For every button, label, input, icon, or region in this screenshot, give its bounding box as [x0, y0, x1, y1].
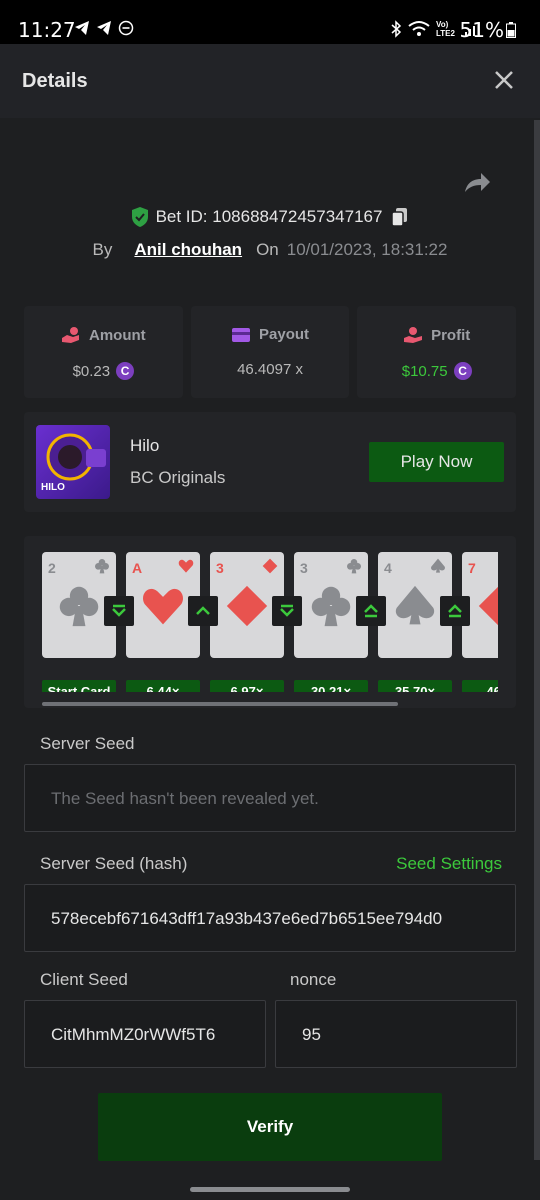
thumbnail-text: HILO — [41, 482, 65, 493]
bet-id: Bet ID: 108688472457347167 — [155, 207, 383, 226]
hearts-icon — [143, 588, 183, 625]
profit-stat: Profit $10.75 C — [357, 306, 517, 398]
multiplier-badge: 6.44× — [126, 680, 200, 692]
server-seed-placeholder: The Seed hasn't been revealed yet. — [51, 789, 319, 808]
bet-id-row: Bet ID: 108688472457347167 — [0, 206, 540, 228]
server-seed-hash-label: Server Seed (hash) — [40, 854, 188, 873]
client-seed-label: Client Seed — [40, 970, 128, 989]
profit-value: $10.75 — [401, 362, 448, 380]
nonce-label: nonce — [290, 970, 337, 989]
profit-hand-icon — [404, 327, 423, 343]
payout-value: 46.4097 x — [237, 361, 303, 378]
by-label: By — [92, 240, 113, 259]
clubs-icon — [95, 559, 109, 574]
do-not-disturb-icon — [118, 20, 134, 36]
page-title: Details — [22, 70, 88, 92]
card-rank: 3 — [300, 560, 308, 576]
clubs-icon — [311, 586, 351, 627]
nonce-field[interactable]: 95 — [275, 1000, 517, 1068]
up-equal-arrow-icon — [356, 596, 386, 626]
notification-icons — [74, 20, 134, 36]
amount-value-row: $0.23 C — [24, 362, 183, 380]
card-strip[interactable]: 2 Start Card A 6.44× 3 6.97× 3 30.21× 4 35.70× 7 46… — [42, 552, 498, 692]
server-seed-label: Server Seed — [40, 734, 135, 753]
vertical-scrollbar[interactable] — [534, 120, 540, 1160]
user-link[interactable]: Anil chouhan — [134, 240, 242, 259]
profit-value-row: $10.75 C — [357, 362, 516, 380]
card-rank: 3 — [216, 560, 224, 576]
bet-byline: By Anil chouhan On 10/01/2023, 18:31:22 — [0, 240, 540, 260]
payout-stat: Payout 46.4097 x — [190, 306, 350, 398]
multiplier-badge: Start Card — [42, 680, 116, 692]
diamonds-icon — [478, 586, 498, 626]
amount-label: Amount — [89, 326, 146, 344]
telegram-icon — [75, 21, 89, 35]
multiplier-badge: 6.97× — [210, 680, 284, 692]
nonce-value: 95 — [302, 1025, 321, 1044]
payout-label-row: Payout — [191, 326, 350, 343]
payout-value-row: 46.4097 x — [191, 361, 350, 378]
up-arrow-icon — [188, 596, 218, 626]
coin-icon: C — [116, 362, 135, 380]
battery-icon — [506, 22, 516, 38]
details-header: Details — [0, 44, 540, 118]
payout-label: Payout — [259, 326, 310, 343]
amount-stat: Amount $0.23 C — [24, 306, 183, 398]
verify-button[interactable]: Verify — [98, 1093, 442, 1161]
down-arrow-icon — [272, 596, 302, 626]
hearts-icon — [178, 559, 194, 573]
spades-icon — [431, 558, 445, 573]
card-history[interactable]: 2 Start Card A 6.44× 3 6.97× 3 30.21× 4 35.70× 7 46… — [24, 536, 516, 708]
share-icon[interactable] — [462, 168, 492, 198]
battery-percent: 51% — [459, 18, 504, 42]
game-provider: BC Originals — [130, 468, 226, 487]
diamonds-icon — [226, 585, 268, 627]
wifi-icon — [408, 21, 430, 36]
on-label: On — [256, 240, 279, 259]
server-seed-field[interactable]: The Seed hasn't been revealed yet. — [24, 764, 516, 832]
spades-icon — [395, 585, 435, 625]
server-seed-hash-value: 578ecebf671643dff17a93b437e6ed7b6515ee79… — [51, 909, 443, 928]
server-seed-hash-field[interactable]: 578ecebf671643dff17a93b437e6ed7b6515ee79… — [24, 884, 516, 952]
profit-label-row: Profit — [357, 326, 516, 344]
coin-icon: C — [453, 362, 472, 380]
battery-level: 51% — [460, 18, 516, 42]
profit-label: Profit — [431, 326, 471, 344]
card-rank: 2 — [48, 560, 56, 576]
hand-coin-icon — [62, 327, 79, 343]
bet-date: 10/01/2023, 18:31:22 — [286, 240, 448, 259]
horizontal-scrollbar[interactable] — [42, 702, 398, 706]
client-seed-value: CitMhmMZ0rWWf5T6 — [51, 1025, 216, 1044]
game-thumbnail[interactable]: HILO — [36, 425, 110, 499]
card-rank: 4 — [384, 560, 392, 576]
down-arrow-icon — [104, 596, 134, 626]
clubs-icon — [347, 559, 361, 574]
wallet-icon — [232, 327, 250, 342]
game-card: HILO Hilo BC Originals Play Now — [24, 412, 516, 512]
clubs-icon — [59, 586, 99, 627]
card-rank: A — [132, 560, 143, 576]
play-now-button[interactable]: Play Now — [369, 442, 504, 482]
card-rank: 7 — [468, 560, 476, 576]
close-icon[interactable] — [494, 70, 514, 90]
amount-value: $0.23 — [72, 362, 111, 380]
multiplier-badge: 30.21× — [294, 680, 368, 692]
seed-settings-link[interactable]: Seed Settings — [396, 854, 502, 874]
multiplier-badge: 46.4 — [462, 680, 498, 692]
up-equal-arrow-icon — [440, 596, 470, 626]
bluetooth-icon — [391, 20, 402, 38]
shield-check-icon — [131, 207, 148, 227]
amount-label-row: Amount — [24, 326, 183, 344]
telegram-icon — [97, 21, 111, 35]
network-type: Vo) LTE2 — [436, 20, 455, 38]
status-time: 11:27 — [18, 18, 76, 42]
multiplier-badge: 35.70× — [378, 680, 452, 692]
game-name: Hilo — [130, 436, 160, 455]
bet-stats: Amount $0.23 C Payout 46.4097 x Profit $… — [24, 306, 517, 398]
client-seed-field[interactable]: CitMhmMZ0rWWf5T6 — [24, 1000, 266, 1068]
copy-icon[interactable] — [390, 206, 410, 228]
diamonds-icon — [262, 558, 278, 574]
gesture-bar[interactable] — [190, 1187, 350, 1192]
